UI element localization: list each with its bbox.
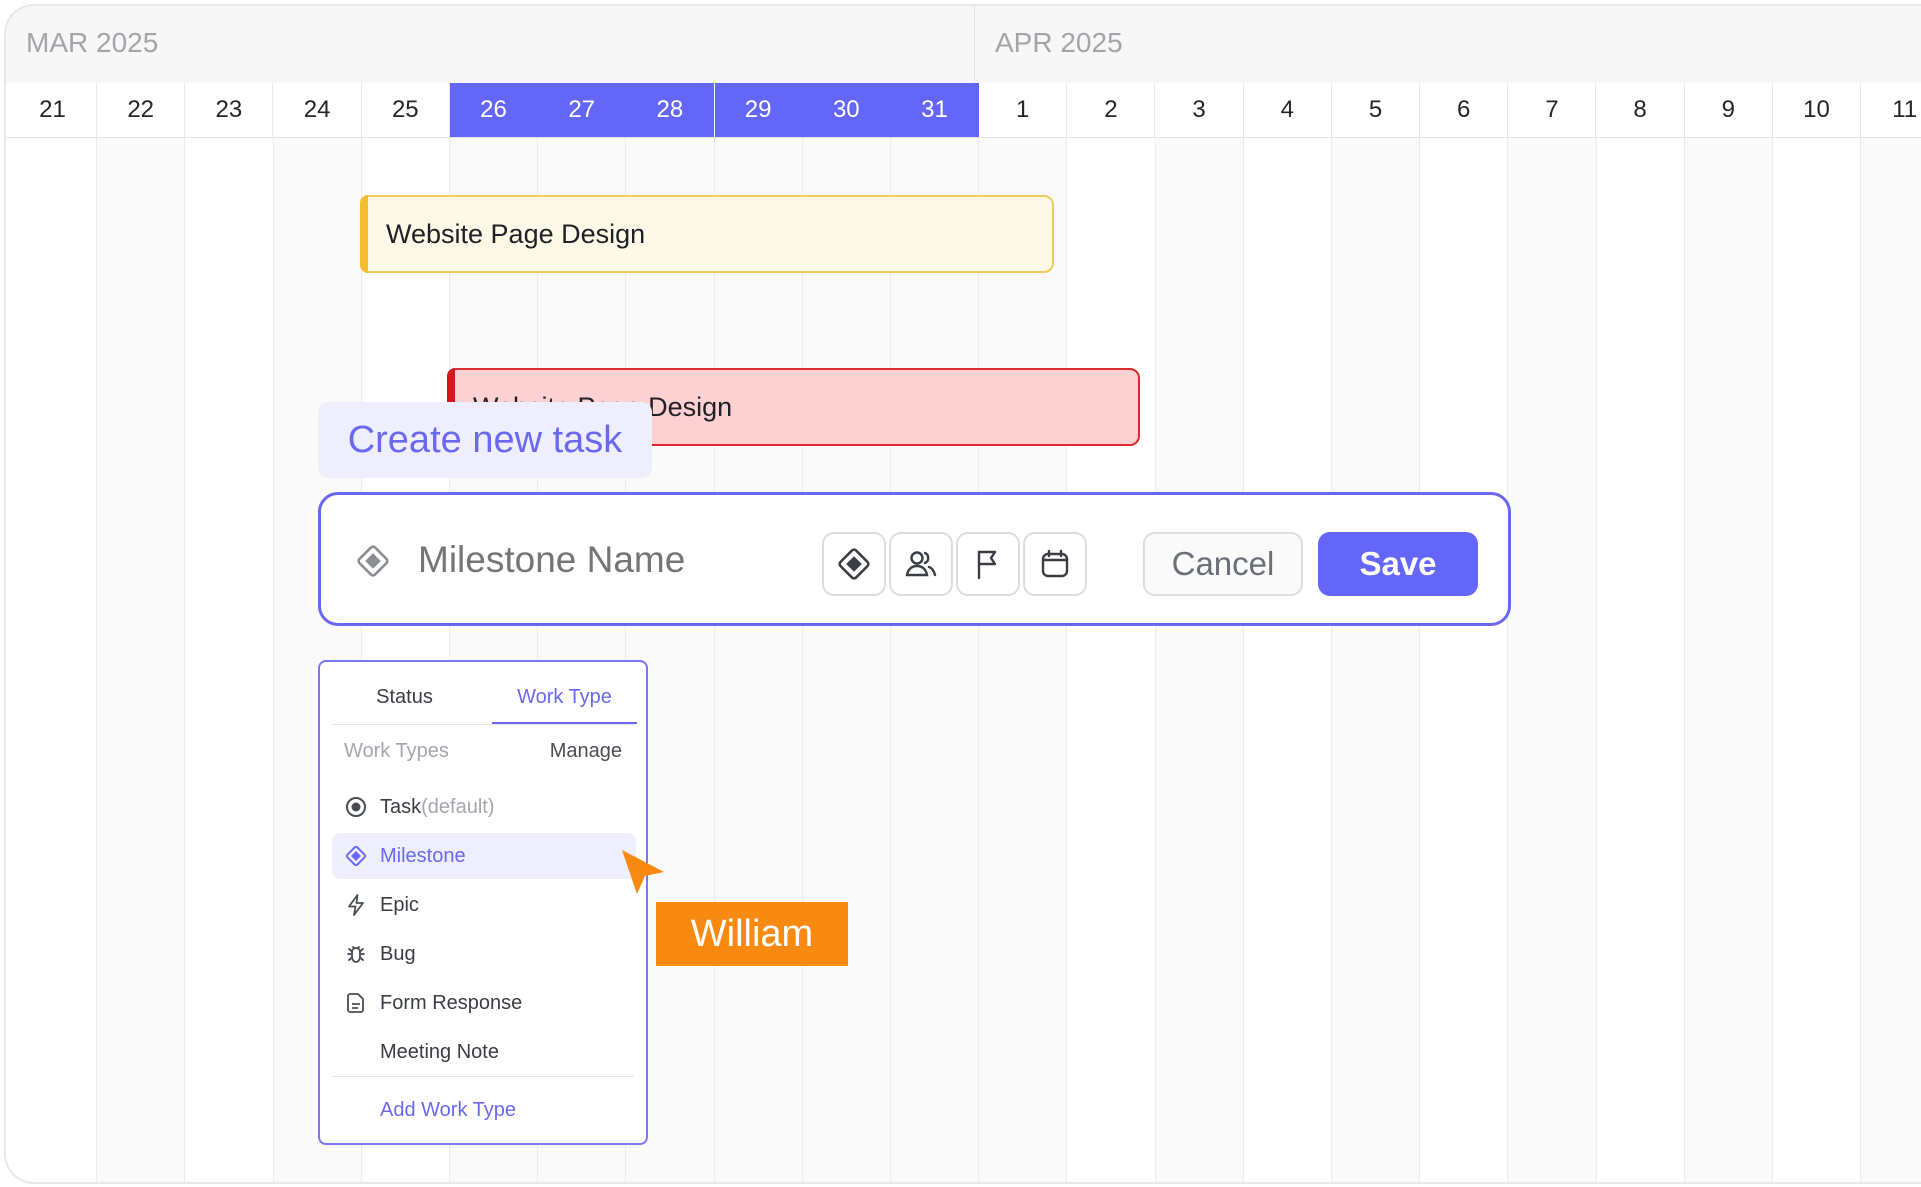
- default-suffix: (default): [421, 796, 495, 818]
- diamond-icon: [345, 845, 367, 867]
- grid-line: [1772, 138, 1773, 1182]
- day-cell: 2: [1067, 83, 1156, 137]
- milestone-name-input[interactable]: [418, 525, 798, 595]
- work-type-item-task[interactable]: Task(default): [332, 784, 636, 830]
- grid-line: [1242, 138, 1244, 1182]
- day-column-shade: [1508, 138, 1597, 1182]
- work-type-item-label: Meeting Note: [380, 1041, 499, 1063]
- save-button[interactable]: Save: [1318, 532, 1478, 596]
- work-type-item-bug[interactable]: Bug: [332, 931, 636, 977]
- radio-dot-icon: [346, 797, 366, 817]
- grid-line: [1419, 138, 1421, 1182]
- collaborator-cursor-icon: [622, 850, 664, 894]
- bug-icon: [347, 946, 365, 963]
- month-label-mar: MAR 2025: [6, 6, 975, 83]
- collaborator-name-tag: William: [656, 902, 848, 966]
- lightning-icon: [348, 894, 364, 916]
- day-cell: 31: [891, 83, 979, 137]
- work-type-item-label: Bug: [380, 943, 416, 965]
- day-cell: 26: [450, 83, 538, 137]
- work-type-button[interactable]: [822, 532, 886, 596]
- document-icon: [347, 993, 364, 1013]
- work-type-item-milestone[interactable]: Milestone: [332, 833, 636, 879]
- work-type-item-label: Form Response: [380, 992, 523, 1014]
- day-header-row: 21 22 23 24 25 26 27 28 29 30 31 1 2 3 4 5 6 7 8 9 10 11: [6, 83, 1921, 138]
- priority-flag-icon: [977, 550, 997, 580]
- grid-line: [1595, 138, 1597, 1182]
- assignees-button[interactable]: [889, 532, 953, 596]
- divider: [332, 724, 634, 725]
- new-task-form: Cancel Save: [318, 492, 1511, 626]
- work-type-item-label: Task: [380, 796, 422, 818]
- day-cell: 23: [185, 83, 274, 137]
- day-column-shade: [1684, 138, 1773, 1182]
- day-cell: 6: [1420, 83, 1509, 137]
- work-type-item-epic[interactable]: Epic: [332, 882, 636, 928]
- day-cell: 8: [1597, 83, 1685, 137]
- day-cell: 28: [626, 83, 715, 137]
- work-type-item-label: Milestone: [380, 845, 466, 867]
- divider: [332, 1076, 634, 1077]
- create-new-task-label: Create new task: [318, 402, 652, 478]
- tab-status[interactable]: Status: [332, 672, 477, 722]
- day-column-shade: [1332, 138, 1420, 1182]
- cancel-button[interactable]: Cancel: [1143, 532, 1303, 596]
- grid-line: [184, 138, 186, 1182]
- work-type-item-label: Epic: [380, 894, 419, 916]
- day-cell: 11: [1861, 83, 1921, 137]
- manage-link[interactable]: Manage: [550, 740, 622, 763]
- day-cell: 25: [362, 83, 450, 137]
- work-types-section-label: Work Types: [344, 740, 449, 762]
- assignees-icon: [905, 551, 937, 577]
- task-bar-website-page-design[interactable]: Website Page Design: [360, 195, 1054, 273]
- day-column-shade: [979, 138, 1068, 1182]
- day-column-shade: [97, 138, 186, 1182]
- day-cell: 29: [714, 83, 803, 137]
- day-cell: 1: [979, 83, 1068, 137]
- day-cell: 9: [1685, 83, 1773, 137]
- priority-button[interactable]: [956, 532, 1020, 596]
- day-column-shade: [714, 138, 803, 1182]
- due-date-button[interactable]: [1023, 532, 1087, 596]
- day-cell: 4: [1244, 83, 1332, 137]
- day-column-shade: [891, 138, 979, 1182]
- day-cell: 27: [538, 83, 627, 137]
- month-header-row: MAR 2025 APR 2025: [6, 6, 1921, 84]
- day-column-shade: [802, 138, 891, 1182]
- grid-line: [1066, 138, 1068, 1182]
- month-label-apr: APR 2025: [995, 27, 1123, 58]
- day-cell: 30: [802, 83, 891, 137]
- day-cell: 7: [1508, 83, 1597, 137]
- work-type-item-form-response[interactable]: Form Response: [332, 980, 636, 1026]
- day-cell: 10: [1773, 83, 1861, 137]
- day-column-shade: [1861, 138, 1921, 1182]
- day-cell: 21: [9, 83, 97, 137]
- work-type-item-meeting-note[interactable]: Meeting Note: [332, 1029, 636, 1075]
- work-type-dropdown: Status Work Type Work Types Manage Task(…: [318, 660, 648, 1145]
- day-column-shade: [1155, 138, 1244, 1182]
- milestone-diamond-icon: [357, 545, 389, 577]
- calendar-icon: [1041, 549, 1069, 578]
- milestone-diamond-icon: [838, 548, 870, 580]
- day-cell: 24: [274, 83, 362, 137]
- day-cell: 22: [97, 83, 186, 137]
- add-work-type-button[interactable]: Add Work Type: [380, 1099, 516, 1122]
- tab-work-type[interactable]: Work Type: [492, 672, 637, 724]
- day-cell: 3: [1156, 83, 1244, 137]
- day-cell: 5: [1332, 83, 1420, 137]
